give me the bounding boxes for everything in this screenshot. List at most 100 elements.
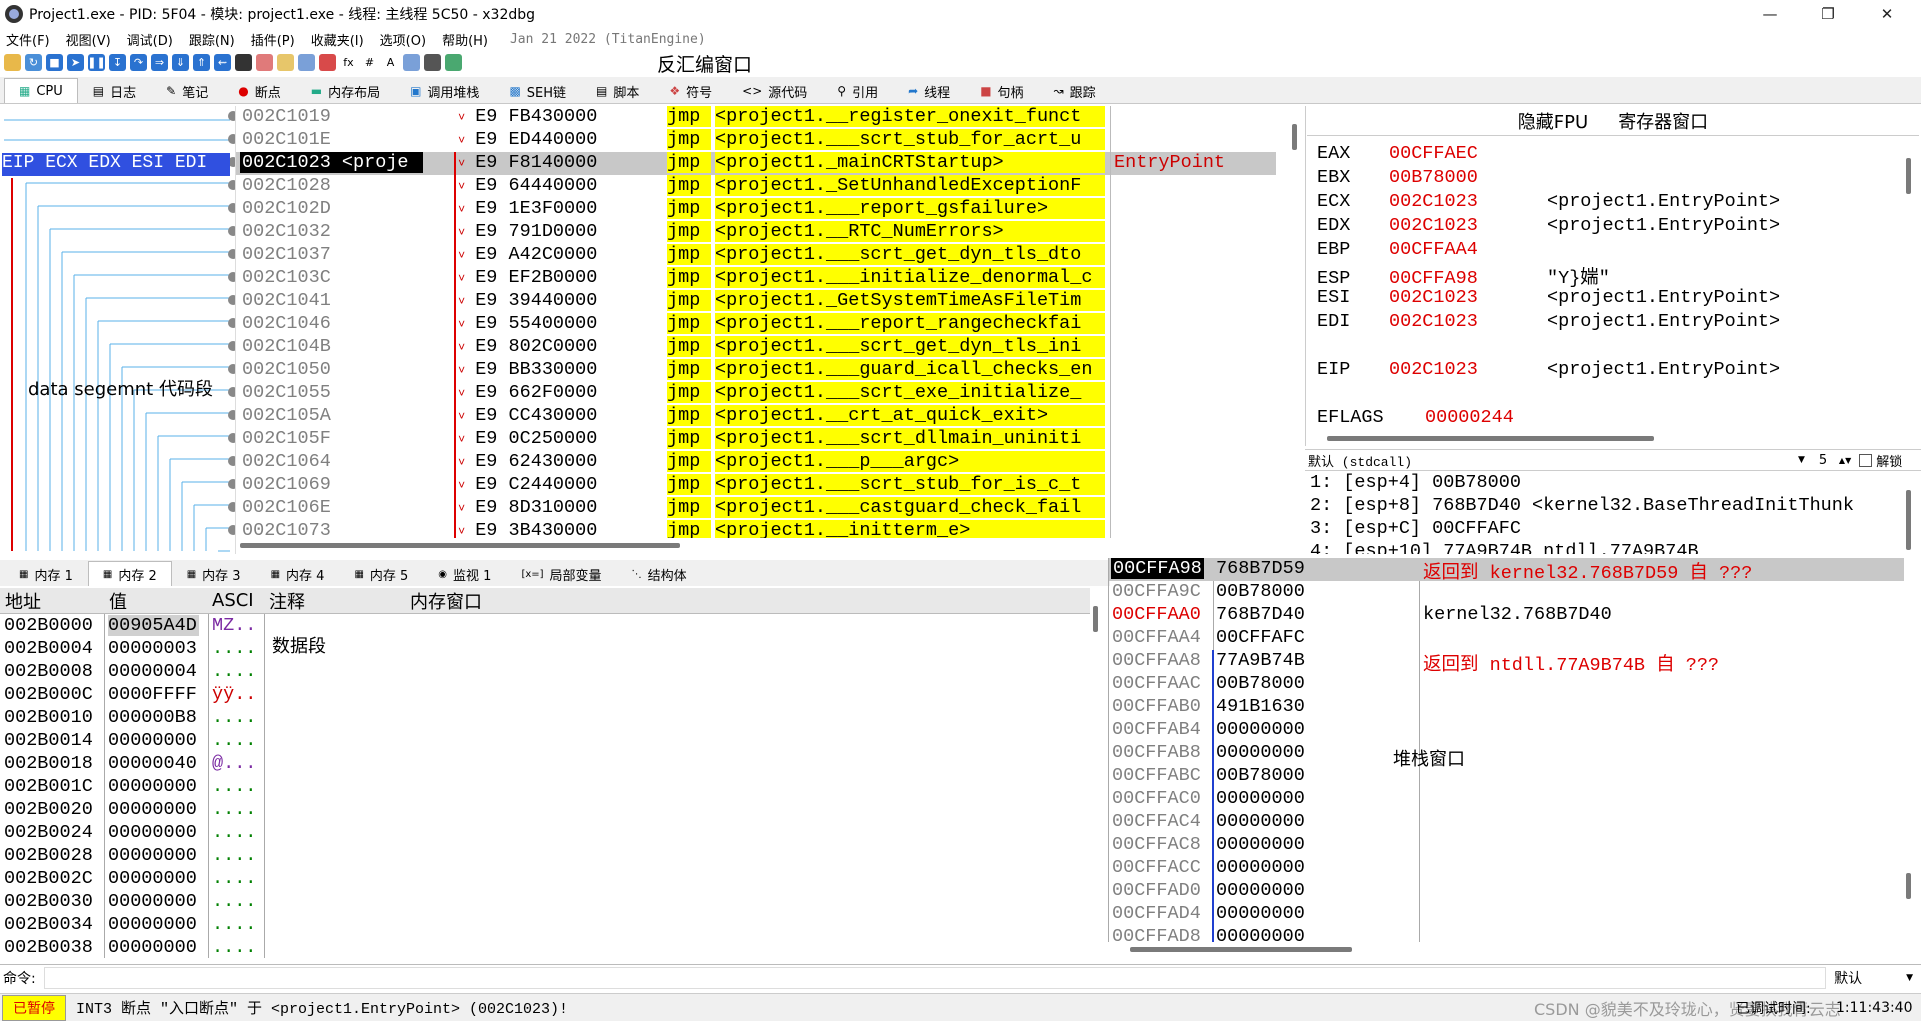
stack-row[interactable]: 00CFFAC4 00000000 (1109, 811, 1904, 834)
call-arg-row[interactable]: 3: [esp+C] 00CFFAFC (1305, 518, 1905, 541)
register-row[interactable]: EDX 002C1023 <project1.EntryPoint> (1317, 215, 1780, 237)
call-args-scrollbar[interactable] (1906, 490, 1911, 550)
dump-row[interactable]: 002B0038 00000000.... (0, 937, 1090, 958)
disassembly-view[interactable]: 002C1019 ˅ E9 FB430000 jmp <project1.__regis… (236, 106, 1287, 538)
dump-tab-2[interactable]: ▦ 内存 2 (87, 561, 172, 586)
stack-row[interactable]: 00CFFA9C 00B78000 (1109, 581, 1904, 604)
register-value[interactable]: 002C1023 (1389, 191, 1547, 212)
close-button[interactable]: ✕ (1858, 0, 1916, 28)
stack-row[interactable]: 00CFFAA4 00CFFAFC (1109, 627, 1904, 650)
stack-row[interactable]: 00CFFAC0 00000000 (1109, 788, 1904, 811)
dump-row[interactable]: 002B002C 00000000.... (0, 868, 1090, 891)
dump-row[interactable]: 002B0024 00000000.... (0, 822, 1090, 845)
run-icon[interactable]: ➤ (67, 53, 84, 71)
disasm-row[interactable]: 002C102D ˅ E9 1E3F0000 jmp <project1.___repo… (236, 198, 1276, 221)
disasm-row[interactable]: 002C1046 ˅ E9 55400000 jmp <project1.___repo… (236, 313, 1276, 336)
disasm-row[interactable]: 002C101E ˅ E9 ED440000 jmp <project1.___scrt… (236, 129, 1276, 152)
register-row[interactable]: EBX 00B78000 (1317, 167, 1547, 189)
call-arg-row[interactable]: 4: [esp+10] 77A9B74B ntdll.77A9B74B (1305, 541, 1905, 554)
unlock-checkbox[interactable] (1859, 453, 1873, 467)
memory-dump-view[interactable]: 数据段 002B0000 00905A4D MZ.. 002B0004 00000003… (0, 614, 1090, 958)
disasm-row[interactable]: 002C1019 ˅ E9 FB430000 jmp <project1.__regis… (236, 106, 1276, 129)
patch-icon[interactable] (256, 53, 273, 71)
stack-row[interactable]: 00CFFAB0 491B1630 (1109, 696, 1904, 719)
register-value[interactable]: 002C1023 (1389, 311, 1547, 332)
register-value[interactable]: 002C1023 (1389, 215, 1547, 236)
disasm-horizontal-scrollbar[interactable] (238, 538, 1288, 552)
stack-row[interactable]: 00CFFAD0 00000000 (1109, 880, 1904, 903)
dump-header-comment[interactable]: 注释 (269, 588, 305, 614)
disasm-row[interactable]: 002C1032 ˅ E9 791D0000 jmp <project1.__RTC_N… (236, 221, 1276, 244)
tab-notes[interactable]: ✎ 笔记 (151, 78, 223, 103)
call-arg-row[interactable]: 1: [esp+4] 00B78000 (1305, 472, 1905, 495)
tab-breakpoints[interactable]: ● 断点 (223, 78, 296, 103)
minimize-button[interactable]: — (1741, 0, 1799, 28)
disasm-row[interactable]: 002C1055 ˅ E9 662F0000 jmp <project1.___scrt… (236, 382, 1276, 405)
disasm-row[interactable]: 002C1050 ˅ E9 BB330000 jmp <project1.___guar… (236, 359, 1276, 382)
stack-h-scrollbar[interactable] (1130, 947, 1352, 952)
register-h-scrollbar[interactable] (1327, 436, 1654, 441)
function-icon[interactable]: fx (340, 53, 357, 71)
dump-tab-1[interactable]: ▦ 内存 1 (4, 561, 88, 586)
execute-till-return-icon[interactable]: ⇑ (193, 53, 210, 71)
dump-row[interactable]: 002B0008 00000004.... (0, 661, 1090, 684)
tab-references[interactable]: ⚲ 引用 (822, 78, 893, 103)
disasm-vertical-scrollbar[interactable] (1288, 106, 1302, 538)
stack-row[interactable]: 00CFFAB8 00000000 (1109, 742, 1904, 765)
stack-row[interactable]: 00CFFABC 00B78000 (1109, 765, 1904, 788)
dump-scrollbar[interactable] (1093, 606, 1098, 632)
chevron-down-icon[interactable]: ▼ (1798, 455, 1805, 465)
call-arg-row[interactable]: 2: [esp+8] 768B7D40 <kernel32.BaseThread… (1305, 495, 1905, 518)
run-to-user-code-icon[interactable]: ⇜ (214, 53, 231, 71)
disasm-row[interactable]: 002C1073 ˅ E9 3B430000 jmp <project1.__initt… (236, 520, 1276, 538)
bookmark-icon[interactable] (319, 53, 336, 71)
dump-header-ascii[interactable]: ASCI (212, 590, 254, 611)
maximize-button[interactable]: ❐ (1799, 0, 1857, 28)
chevron-down-icon[interactable]: ▼ (1906, 973, 1913, 983)
stack-row[interactable]: 00CFFAD8 00000000 (1109, 926, 1904, 942)
register-row[interactable]: ESI 002C1023 <project1.EntryPoint> (1317, 287, 1780, 309)
tab-threads[interactable]: ➦ 线程 (893, 78, 965, 103)
disasm-row[interactable]: 002C1028 ˅ E9 64440000 jmp <project1._SetUnh… (236, 175, 1276, 198)
call-args-list[interactable]: 1: [esp+4] 00B78000 2: [esp+8] 768B7D40 <… (1305, 472, 1905, 554)
trace-over-icon[interactable]: ⇓ (172, 53, 189, 71)
stack-row[interactable]: 00CFFAC8 00000000 (1109, 834, 1904, 857)
register-row[interactable]: EIP 002C1023 <project1.EntryPoint> (1317, 359, 1780, 381)
dump-header-address[interactable]: 地址 (5, 588, 41, 614)
register-scrollbar[interactable] (1906, 158, 1911, 194)
tab-handles[interactable]: ■ 句柄 (965, 78, 1038, 103)
dump-header-value[interactable]: 值 (109, 588, 127, 614)
arg-count-input[interactable]: 5 (1819, 453, 1839, 468)
globe-icon[interactable] (445, 53, 462, 71)
dump-row[interactable]: 002B0004 00000003.... (0, 638, 1090, 661)
menu-options[interactable]: 选项(O) (380, 30, 426, 49)
step-over-icon[interactable]: ↷ (130, 53, 147, 71)
stack-row[interactable]: 00CFFAD4 00000000 (1109, 903, 1904, 926)
dump-tab-4[interactable]: ▦ 内存 4 (256, 561, 340, 586)
register-value[interactable]: 00CFFAEC (1389, 143, 1547, 164)
disasm-row[interactable]: 002C106E ˅ E9 8D310000 jmp <project1.___cast… (236, 497, 1276, 520)
hide-fpu-button[interactable]: 隐藏FPU (1518, 108, 1588, 134)
stack-row[interactable]: 00CFFACC 00000000 (1109, 857, 1904, 880)
highlight-icon[interactable] (403, 53, 420, 71)
dump-tab-8[interactable]: ⋱ 结构体 (617, 561, 702, 586)
comment-icon[interactable] (277, 53, 294, 71)
register-value[interactable]: 00B78000 (1389, 167, 1547, 188)
dump-tab-5[interactable]: ▦ 内存 5 (339, 561, 423, 586)
scylla-icon[interactable] (235, 53, 252, 71)
eflags-row[interactable]: EFLAGS 00000244 (1317, 407, 1583, 429)
dump-row[interactable]: 002B000C 0000FFFF ÿÿ.. (0, 684, 1090, 707)
register-row[interactable]: ESP 00CFFA98 "Y}媏" (1317, 263, 1610, 289)
stack-row[interactable]: 00CFFAAC 00B78000 (1109, 673, 1904, 696)
step-into-icon[interactable]: ↧ (109, 53, 126, 71)
register-value[interactable]: 002C1023 (1389, 359, 1547, 380)
disasm-row[interactable]: 002C1041 ˅ E9 39440000 jmp <project1._GetSys… (236, 290, 1276, 313)
menu-file[interactable]: 文件(F) (6, 30, 50, 49)
disasm-row[interactable]: 002C1023 <proje ˅ E9 F8140000 jmp <project1.… (236, 152, 1276, 175)
dump-tab-3[interactable]: ▦ 内存 3 (172, 561, 256, 586)
tab-call-stack[interactable]: ▣ 调用堆栈 (395, 78, 494, 103)
register-value[interactable]: 00CFFAA4 (1389, 239, 1547, 260)
register-value[interactable]: 00CFFA98 (1389, 268, 1547, 289)
stack-row[interactable]: 00CFFAA0 768B7D40 kernel32.768B7D40 (1109, 604, 1904, 627)
calling-convention-select[interactable]: 默认 (stdcall) (1308, 451, 1808, 470)
